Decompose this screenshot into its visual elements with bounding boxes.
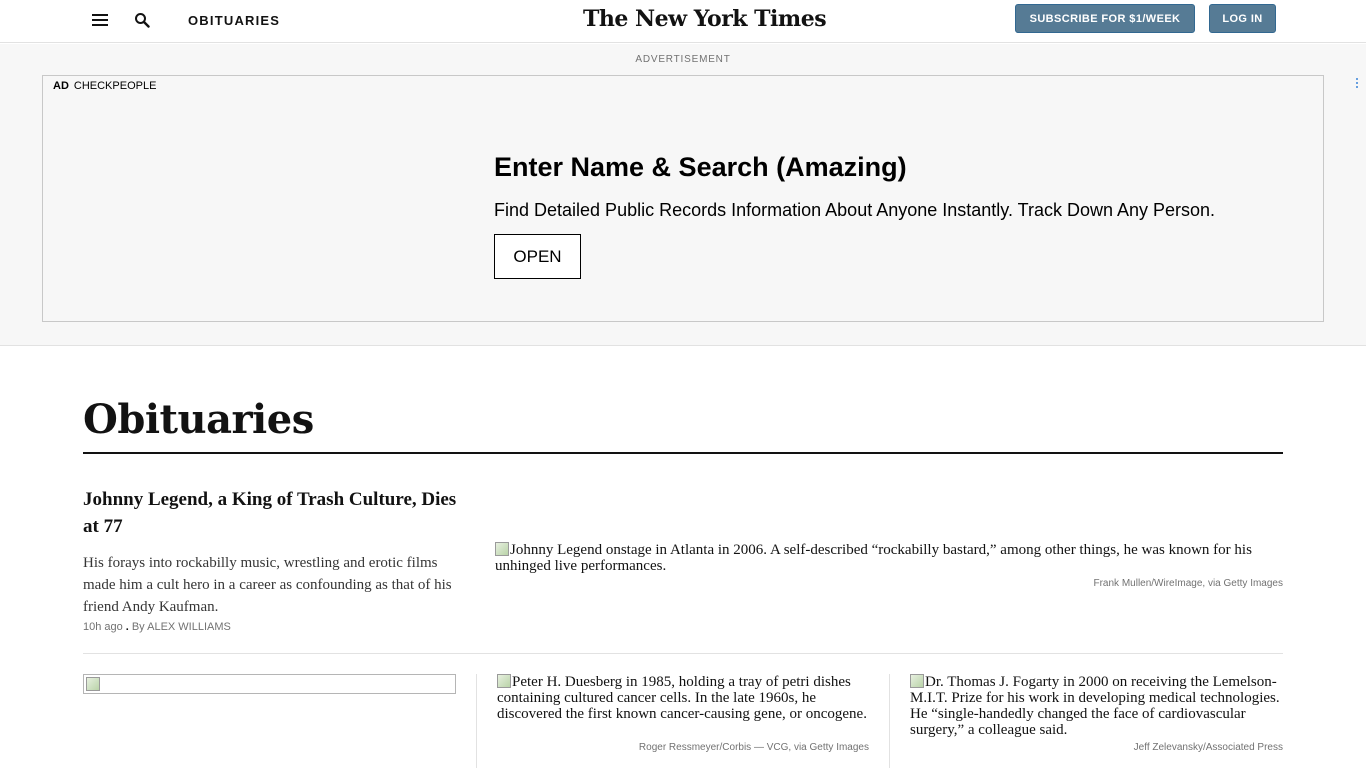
- card-2-image-credit: Roger Ressmeyer/Corbis — VCG, via Getty …: [638, 742, 869, 753]
- ad-badge: AD: [53, 80, 69, 92]
- card-3-image[interactable]: Dr. Thomas J. Fogarty in 2000 on receivi…: [910, 674, 1283, 738]
- lead-story-image-alt: Johnny Legend onstage in Atlanta in 2006…: [495, 542, 1252, 574]
- hamburger-menu-icon[interactable]: [92, 14, 108, 26]
- nyt-logo[interactable]: The New York Times: [583, 6, 827, 32]
- ad-open-button[interactable]: OPEN: [494, 234, 581, 279]
- lead-story-summary[interactable]: His forays into rockabilly music, wrestl…: [83, 552, 463, 618]
- ad-banner[interactable]: AD CHECKPEOPLE Enter Name & Search (Amazi…: [42, 75, 1324, 322]
- card-2-image[interactable]: Peter H. Duesberg in 1985, holding a tra…: [497, 674, 869, 722]
- section-label[interactable]: OBITUARIES: [188, 13, 280, 28]
- lead-story-byline: 10h ago. By ALEX WILLIAMS: [83, 621, 231, 633]
- search-icon[interactable]: [134, 12, 150, 28]
- byline-separator: .: [125, 621, 129, 633]
- broken-image-icon: [497, 674, 511, 688]
- ad-tag: AD CHECKPEOPLE: [53, 80, 156, 92]
- broken-image-icon: [495, 542, 509, 556]
- ad-region: ADVERTISEMENT AD CHECKPEOPLE Enter Name &…: [0, 44, 1366, 346]
- site-header: OBITUARIES The New York Times SUBSCRIBE …: [0, 0, 1366, 43]
- row-divider: [83, 653, 1283, 654]
- lead-story-headline[interactable]: Johnny Legend, a King of Trash Culture, …: [83, 486, 463, 540]
- lead-story-author[interactable]: By ALEX WILLIAMS: [132, 621, 231, 633]
- column-divider: [889, 674, 890, 768]
- broken-image-icon: [910, 674, 924, 688]
- subscribe-button[interactable]: SUBSCRIBE FOR $1/WEEK: [1015, 4, 1195, 33]
- card-1-image[interactable]: [83, 674, 456, 694]
- ad-headline[interactable]: Enter Name & Search (Amazing): [494, 152, 907, 183]
- ad-body[interactable]: Find Detailed Public Records Information…: [494, 200, 1215, 221]
- page-title: Obituaries: [83, 396, 314, 443]
- card-3-image-alt: Dr. Thomas J. Fogarty in 2000 on receivi…: [910, 674, 1280, 738]
- lead-story-image[interactable]: Johnny Legend onstage in Atlanta in 2006…: [495, 542, 1285, 574]
- column-divider: [476, 674, 477, 768]
- card-3-image-credit: Jeff Zelevansky/Associated Press: [1133, 742, 1283, 753]
- lead-story-time: 10h ago: [83, 621, 123, 633]
- broken-image-icon: [86, 677, 100, 691]
- login-button[interactable]: LOG IN: [1209, 4, 1276, 33]
- card-2-image-alt: Peter H. Duesberg in 1985, holding a tra…: [497, 674, 867, 722]
- advertisement-label: ADVERTISEMENT: [635, 54, 731, 65]
- title-divider: [83, 452, 1283, 454]
- ad-advertiser[interactable]: CHECKPEOPLE: [74, 80, 157, 92]
- lead-story-image-credit: Frank Mullen/WireImage, via Getty Images: [1093, 578, 1283, 589]
- ad-options-icon[interactable]: [1354, 78, 1360, 90]
